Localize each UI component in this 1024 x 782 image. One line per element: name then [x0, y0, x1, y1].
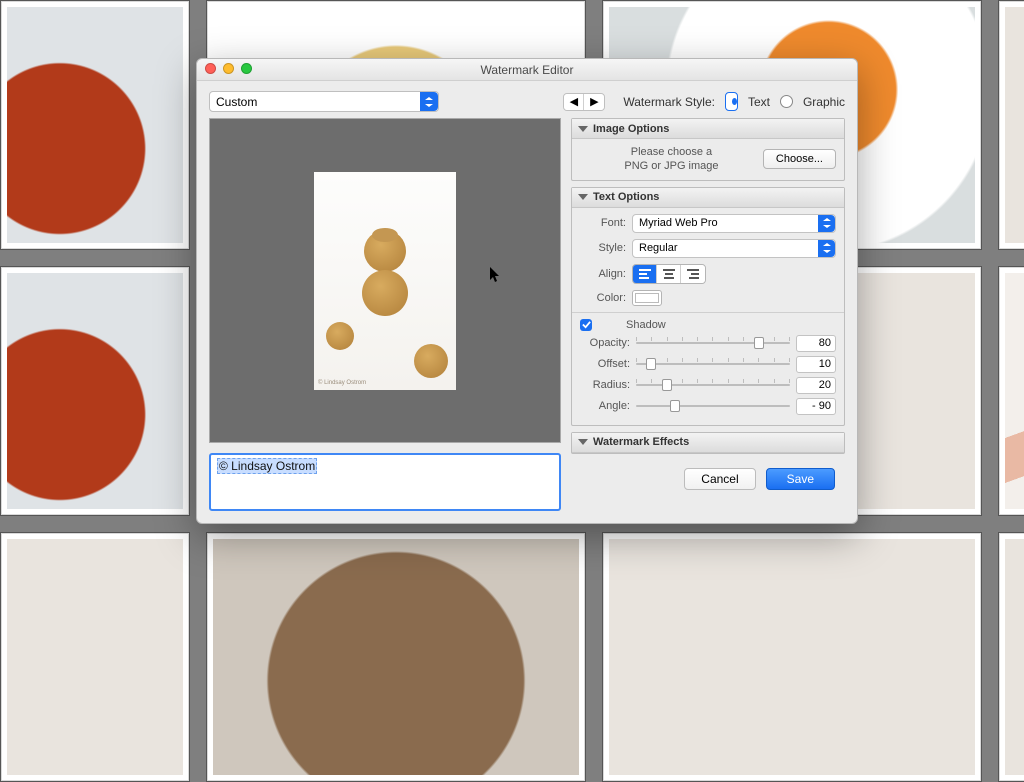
chevron-updown-icon — [818, 240, 835, 257]
font-style-select[interactable]: Regular — [632, 239, 836, 258]
preview-watermark-text: © Lindsay Ostrom — [318, 380, 366, 386]
thumbnail — [0, 0, 190, 250]
window-zoom-button[interactable] — [241, 63, 252, 74]
font-select[interactable]: Myriad Web Pro — [632, 214, 836, 233]
thumbnail — [0, 266, 190, 516]
watermark-preview: © Lindsay Ostrom — [209, 118, 561, 443]
color-label: Color: — [580, 292, 632, 304]
style-graphic-radio[interactable] — [780, 95, 793, 108]
preset-select-value: Custom — [216, 95, 257, 109]
opacity-slider[interactable] — [636, 335, 790, 351]
watermark-style-label: Watermark Style: — [623, 95, 715, 109]
disclosure-triangle-icon — [578, 439, 588, 445]
align-right-button[interactable] — [681, 265, 705, 283]
angle-slider[interactable] — [636, 398, 790, 414]
opacity-value[interactable] — [796, 335, 836, 352]
next-photo-button[interactable]: ▶ — [584, 94, 604, 110]
watermark-effects-panel: Watermark Effects — [571, 432, 845, 454]
image-options-hint: Please choose a PNG or JPG image — [580, 145, 763, 174]
opacity-label: Opacity: — [580, 337, 636, 349]
thumbnail — [206, 532, 586, 782]
thumbnail — [998, 532, 1024, 782]
angle-value[interactable] — [796, 398, 836, 415]
disclosure-triangle-icon — [578, 194, 588, 200]
image-options-panel: Image Options Please choose a PNG or JPG… — [571, 118, 845, 181]
dialog-title: Watermark Editor — [481, 63, 574, 77]
cancel-button[interactable]: Cancel — [684, 468, 755, 490]
thumbnail — [998, 266, 1024, 516]
align-segmented-control — [632, 264, 706, 284]
style-graphic-label: Graphic — [803, 95, 845, 109]
radius-slider[interactable] — [636, 377, 790, 393]
disclosure-triangle-icon — [578, 126, 588, 132]
choose-image-button[interactable]: Choose... — [763, 149, 836, 169]
shadow-checkbox[interactable] — [580, 319, 592, 331]
preview-nav: ◀ ▶ — [563, 93, 605, 111]
text-options-header[interactable]: Text Options — [572, 188, 844, 208]
align-left-button[interactable] — [633, 265, 657, 283]
cursor-icon — [490, 267, 502, 283]
save-button[interactable]: Save — [766, 468, 835, 490]
radius-value[interactable] — [796, 377, 836, 394]
preset-select[interactable]: Custom — [209, 91, 439, 112]
preview-photo: © Lindsay Ostrom — [314, 172, 456, 390]
text-options-panel: Text Options Font: Myriad Web Pro Style: — [571, 187, 845, 426]
offset-slider[interactable] — [636, 356, 790, 372]
window-close-button[interactable] — [205, 63, 216, 74]
thumbnail — [998, 0, 1024, 250]
watermark-text-value: © Lindsay Ostrom — [217, 458, 317, 474]
style-text-label: Text — [748, 95, 770, 109]
style-text-radio[interactable] — [725, 92, 738, 111]
watermark-editor-dialog: Watermark Editor Custom ◀ ▶ Watermark St… — [196, 58, 858, 524]
align-label: Align: — [580, 268, 632, 280]
chevron-updown-icon — [818, 215, 835, 232]
style-label: Style: — [580, 242, 632, 254]
font-label: Font: — [580, 217, 632, 229]
radius-label: Radius: — [580, 379, 636, 391]
color-swatch-button[interactable] — [632, 290, 662, 306]
chevron-updown-icon — [420, 92, 438, 111]
thumbnail — [0, 532, 190, 782]
watermark-text-input[interactable]: © Lindsay Ostrom — [209, 453, 561, 511]
shadow-label: Shadow — [626, 319, 666, 331]
offset-value[interactable] — [796, 356, 836, 373]
image-options-header[interactable]: Image Options — [572, 119, 844, 139]
offset-label: Offset: — [580, 358, 636, 370]
angle-label: Angle: — [580, 400, 636, 412]
titlebar: Watermark Editor — [197, 59, 857, 81]
watermark-effects-header[interactable]: Watermark Effects — [572, 433, 844, 453]
window-minimize-button[interactable] — [223, 63, 234, 74]
thumbnail — [602, 532, 982, 782]
prev-photo-button[interactable]: ◀ — [564, 94, 584, 110]
align-center-button[interactable] — [657, 265, 681, 283]
